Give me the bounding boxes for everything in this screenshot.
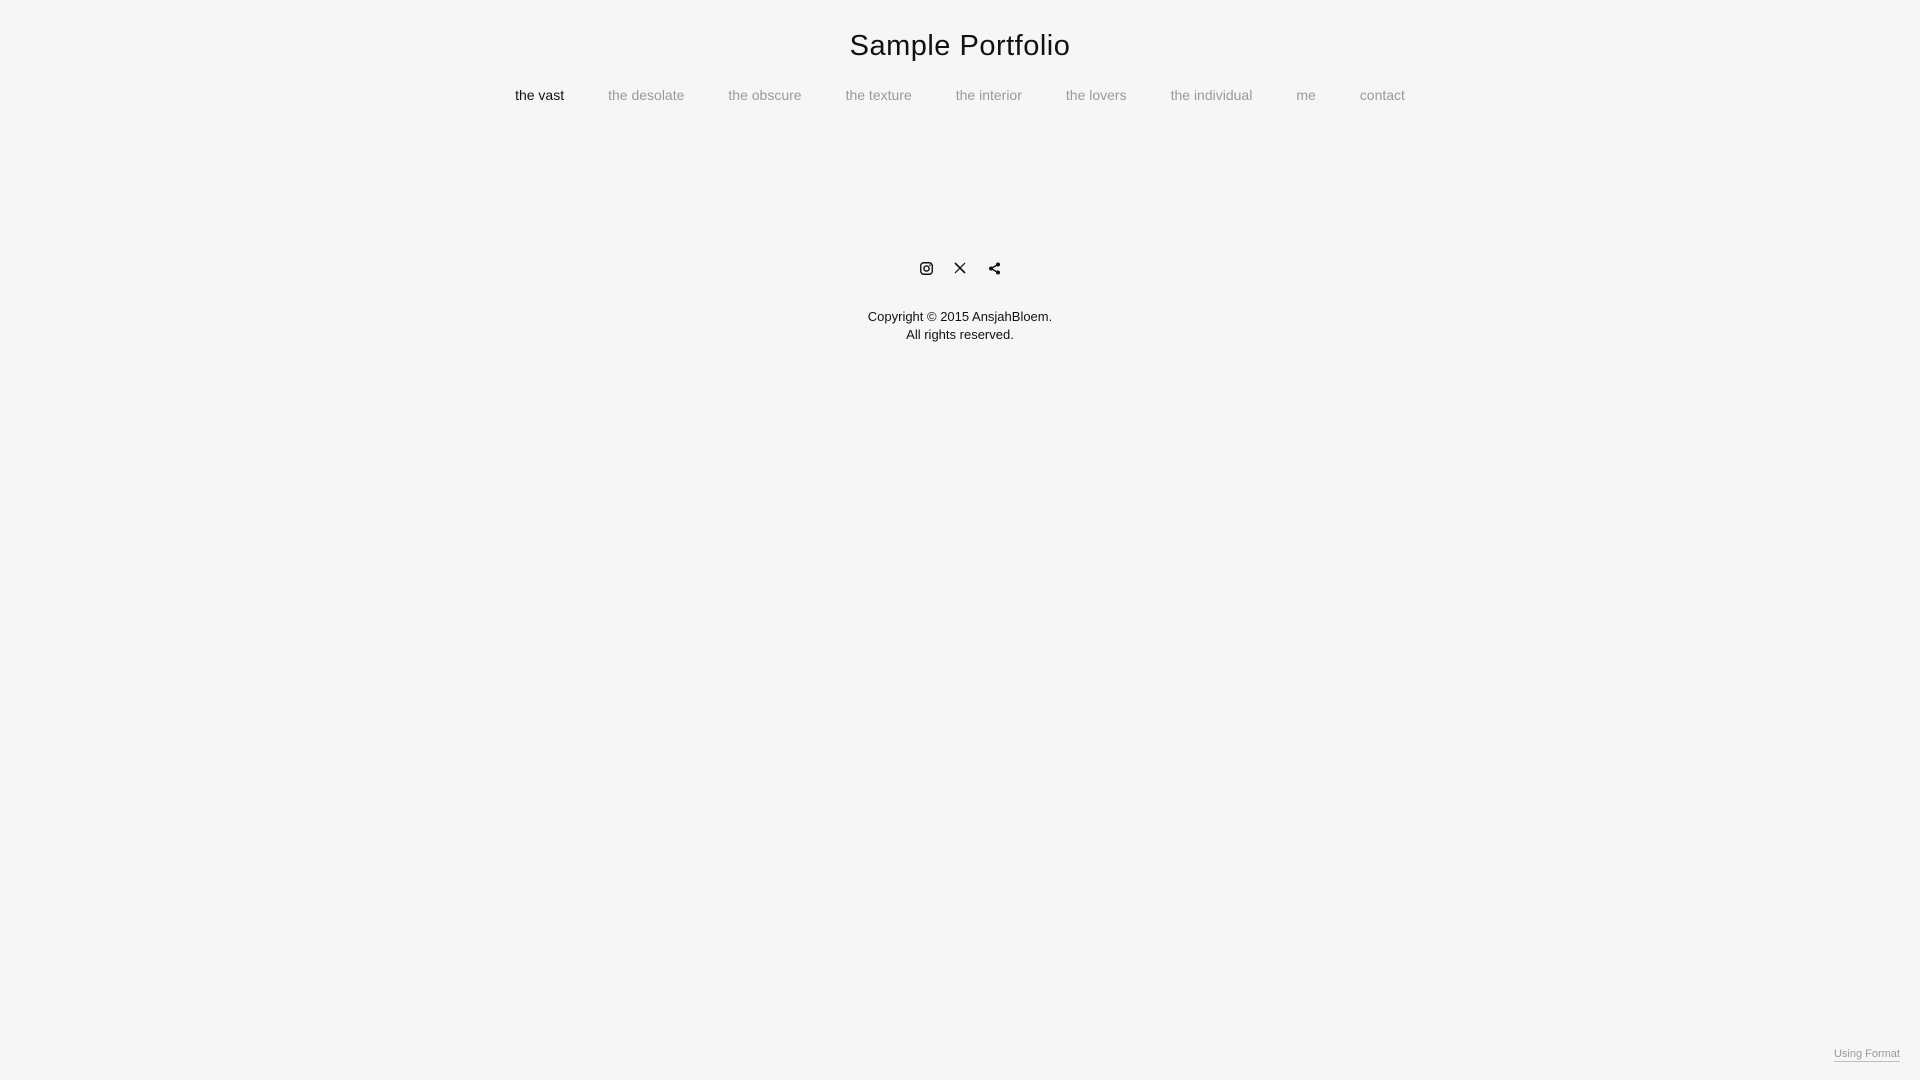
social-links xyxy=(0,260,1920,276)
instagram-icon[interactable] xyxy=(918,260,934,276)
using-format-link[interactable]: Using Format xyxy=(1833,1048,1900,1062)
copyright: Copyright © 2015 AnsjahBloem. All rights… xyxy=(0,308,1920,344)
nav-item-the-individual[interactable]: the individual xyxy=(1171,87,1253,103)
nav-item-contact[interactable]: contact xyxy=(1360,87,1405,103)
share-icon[interactable] xyxy=(986,260,1002,276)
nav-item-the-interior[interactable]: the interior xyxy=(956,87,1022,103)
copyright-line-1: Copyright © 2015 AnsjahBloem. xyxy=(867,309,1053,324)
nav-item-the-obscure[interactable]: the obscure xyxy=(728,87,801,103)
page: Sample Portfolio the vast the desolate t… xyxy=(0,0,1920,1080)
nav-item-the-lovers[interactable]: the lovers xyxy=(1066,87,1127,103)
copyright-line-2: All rights reserved. xyxy=(906,327,1014,342)
nav-item-me[interactable]: me xyxy=(1296,87,1315,103)
site-title[interactable]: Sample Portfolio xyxy=(0,30,1920,63)
nav-item-the-desolate[interactable]: the desolate xyxy=(608,87,684,103)
nav-item-the-vast[interactable]: the vast xyxy=(515,87,564,103)
x-icon[interactable] xyxy=(952,260,968,276)
main-nav: the vast the desolate the obscure the te… xyxy=(0,87,1920,103)
nav-item-the-texture[interactable]: the texture xyxy=(846,87,912,103)
